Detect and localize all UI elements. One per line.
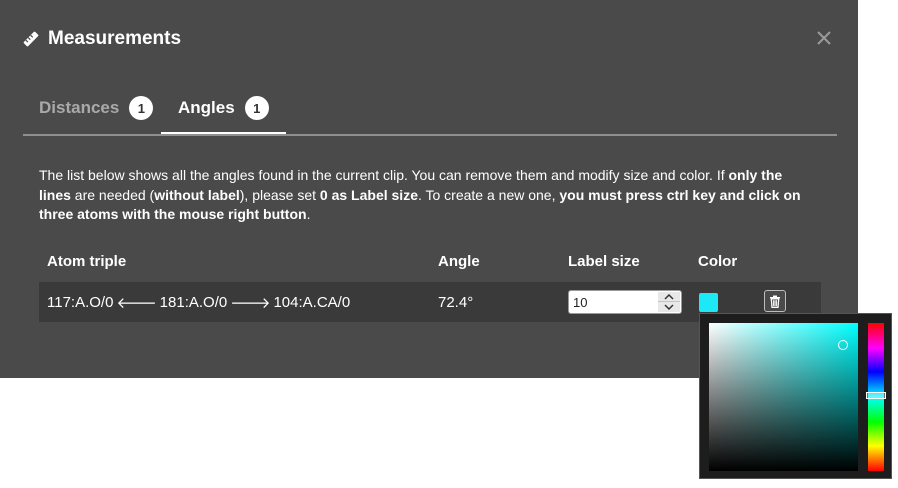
close-icon[interactable] bbox=[813, 27, 835, 49]
hue-slider-handle[interactable] bbox=[866, 391, 886, 399]
desc-text-2: are needed ( bbox=[70, 186, 155, 203]
header-angle: Angle bbox=[438, 253, 480, 270]
atom-triple-cell: 117:A.O/0 🡐 181:A.O/0 🡒 104:A.CA/0 bbox=[47, 282, 350, 322]
tab-distances-label: Distances bbox=[39, 98, 120, 117]
hue-slider[interactable] bbox=[866, 323, 886, 471]
stepper-up-button[interactable] bbox=[658, 292, 680, 302]
angle-value: 72.4° bbox=[438, 293, 474, 311]
header-atom-triple: Atom triple bbox=[47, 253, 127, 270]
tab-angles-label: Angles bbox=[178, 98, 235, 117]
label-size-stepper[interactable] bbox=[568, 290, 682, 314]
trash-icon bbox=[770, 295, 780, 308]
desc-text-5: . bbox=[306, 206, 311, 222]
header-color: Color bbox=[698, 253, 738, 270]
tab-distances-count-badge: 1 bbox=[129, 96, 154, 120]
desc-bold-2: without label bbox=[154, 186, 240, 203]
delete-button[interactable] bbox=[764, 290, 786, 312]
tab-bar: Distances 1 Angles 1 bbox=[23, 84, 837, 136]
color-picker-popup bbox=[699, 313, 892, 479]
desc-bold-3: 0 as Label size bbox=[319, 186, 418, 203]
chevron-up-icon bbox=[664, 293, 674, 300]
arrow-left-icon: 🡐 bbox=[116, 294, 157, 312]
desc-text-3: ), please set bbox=[239, 186, 320, 203]
tab-angles-count-badge: 1 bbox=[244, 96, 269, 120]
header-label-size: Label size bbox=[568, 253, 640, 270]
dialog-title: Measurements bbox=[48, 28, 182, 49]
stepper-buttons bbox=[658, 292, 680, 312]
atom-3: 104:A.CA/0 bbox=[273, 293, 351, 311]
stepper-down-button[interactable] bbox=[658, 302, 680, 312]
label-size-input[interactable] bbox=[573, 293, 653, 311]
tab-distances[interactable]: Distances 1 bbox=[39, 84, 154, 132]
atom-1: 117:A.O/0 bbox=[47, 293, 114, 311]
saturation-value-area[interactable] bbox=[709, 323, 858, 471]
value-gradient bbox=[709, 323, 858, 471]
color-swatch[interactable] bbox=[699, 293, 718, 312]
ruler-icon bbox=[23, 31, 39, 47]
atom-2: 181:A.O/0 bbox=[159, 293, 228, 311]
dialog-header: Measurements bbox=[22, 26, 181, 52]
angles-description: The list below shows all the angles foun… bbox=[39, 166, 809, 225]
desc-text-4: . To create a new one, bbox=[417, 186, 560, 203]
arrow-right-icon: 🡒 bbox=[230, 294, 271, 312]
desc-text-1: The list below shows all the angles foun… bbox=[39, 167, 729, 183]
tab-angles[interactable]: Angles 1 bbox=[161, 84, 286, 134]
chevron-down-icon bbox=[664, 304, 674, 310]
